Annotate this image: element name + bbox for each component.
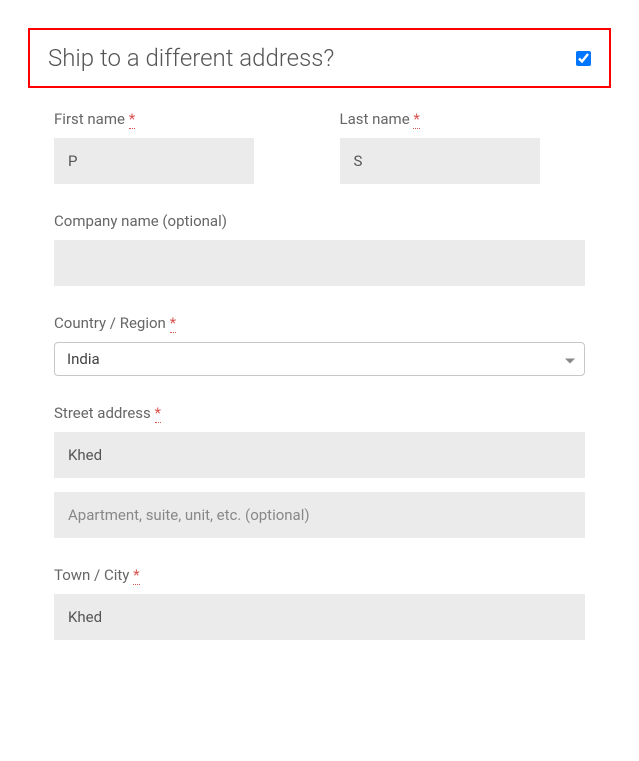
street-group: Street address * — [54, 404, 585, 538]
street-address-2-input[interactable] — [54, 492, 585, 538]
ship-different-address-header[interactable]: Ship to a different address? — [28, 28, 611, 88]
company-input[interactable] — [54, 240, 585, 286]
street-label-text: Street address — [54, 404, 151, 422]
company-label: Company name (optional) — [54, 212, 585, 230]
required-asterisk: * — [413, 110, 419, 129]
country-group: Country / Region * India — [54, 314, 585, 376]
first-name-label: First name * — [54, 110, 300, 128]
first-name-label-text: First name — [54, 110, 125, 128]
country-label: Country / Region * — [54, 314, 585, 332]
country-select[interactable]: India — [54, 342, 585, 376]
header-title: Ship to a different address? — [48, 44, 334, 72]
last-name-group: Last name * — [340, 110, 586, 184]
street-address-input[interactable] — [54, 432, 585, 478]
city-label: Town / City * — [54, 566, 585, 584]
company-group: Company name (optional) — [54, 212, 585, 286]
required-asterisk: * — [155, 404, 161, 423]
ship-different-checkbox[interactable] — [576, 51, 591, 66]
city-group: Town / City * — [54, 566, 585, 640]
city-input[interactable] — [54, 594, 585, 640]
last-name-label-text: Last name — [340, 110, 410, 128]
city-label-text: Town / City — [54, 566, 129, 584]
country-select-wrapper: India — [54, 342, 585, 376]
required-asterisk: * — [133, 566, 139, 585]
street-label: Street address * — [54, 404, 585, 422]
last-name-input[interactable] — [340, 138, 540, 184]
first-name-input[interactable] — [54, 138, 254, 184]
first-name-group: First name * — [54, 110, 300, 184]
country-label-text: Country / Region — [54, 314, 166, 332]
required-asterisk: * — [170, 314, 176, 333]
required-asterisk: * — [129, 110, 135, 129]
last-name-label: Last name * — [340, 110, 586, 128]
